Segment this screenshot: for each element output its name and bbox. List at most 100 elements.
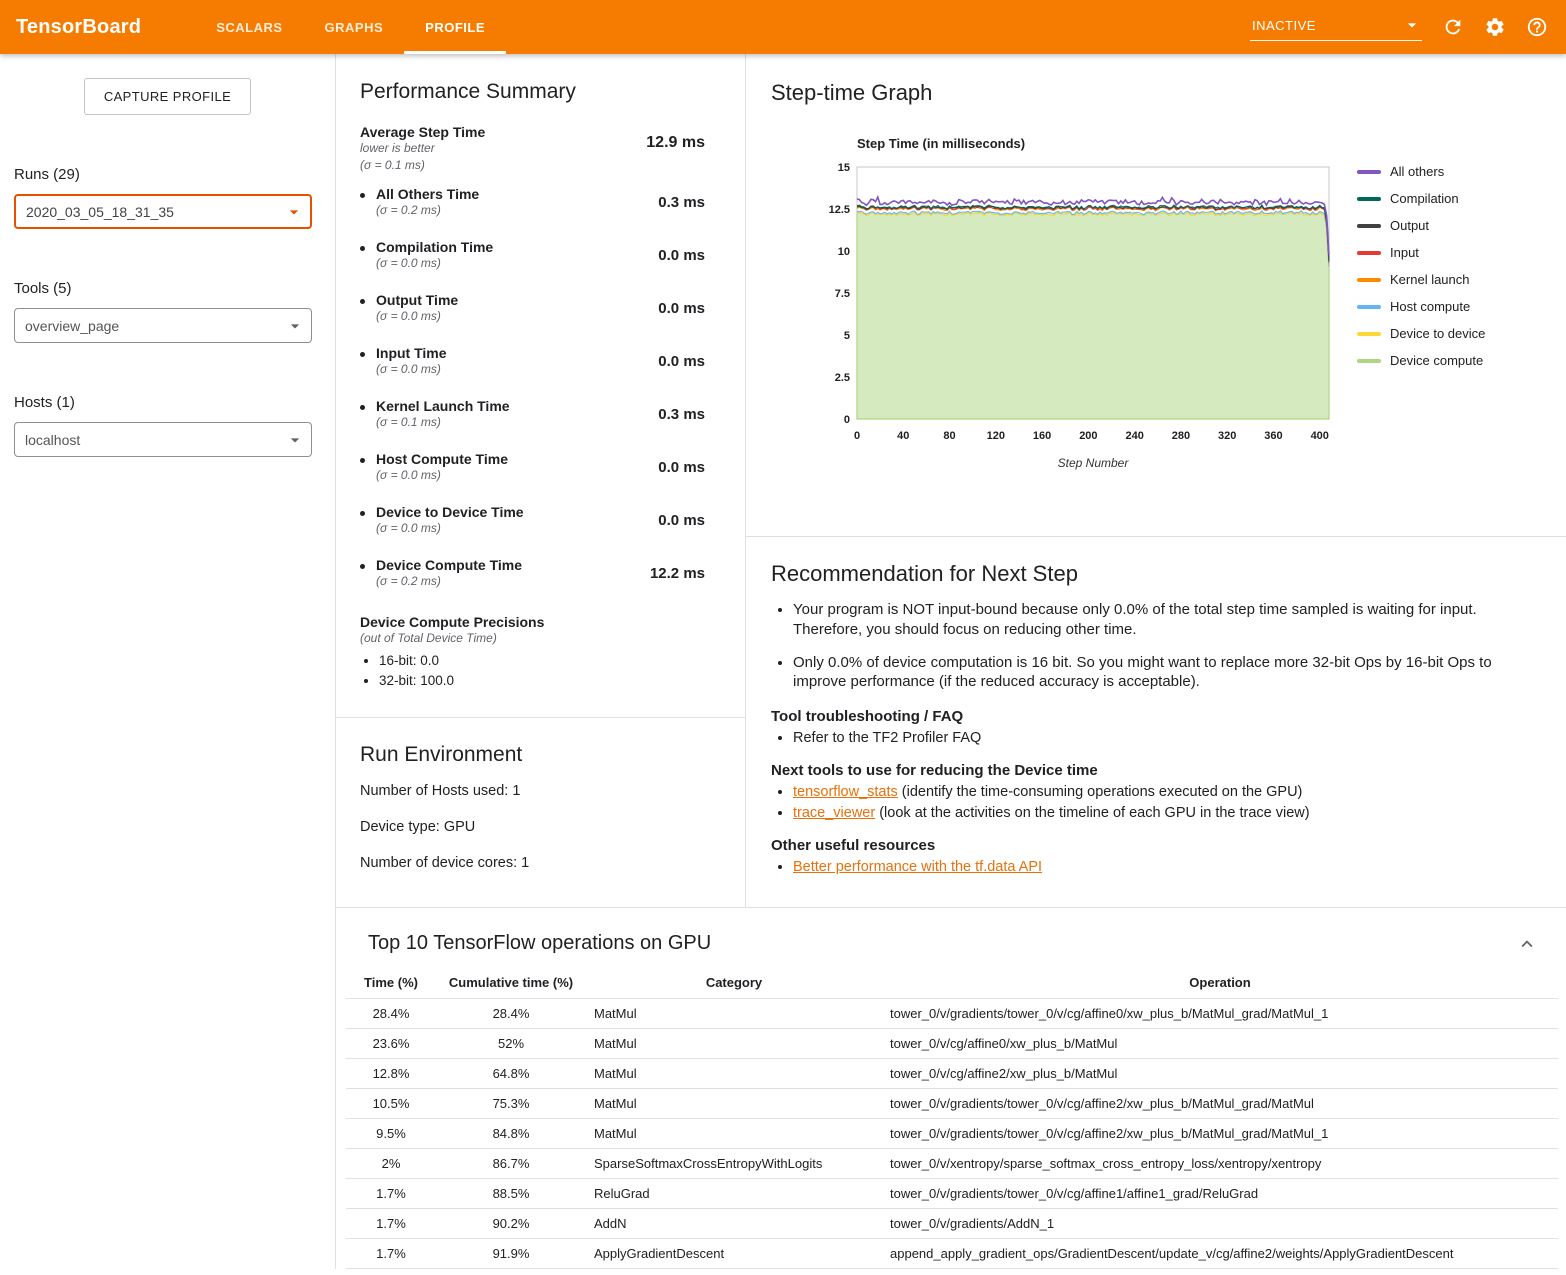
svg-text:280: 280: [1172, 430, 1190, 442]
table-cell: 23.6%: [346, 1029, 436, 1059]
other-resources-title: Other useful resources: [771, 837, 1536, 854]
runs-select[interactable]: 2020_03_05_18_31_35: [14, 194, 312, 229]
metric-label: Host Compute Time: [376, 451, 508, 467]
metric-sigma: (σ = 0.0 ms): [376, 467, 508, 484]
legend-item: Compilation: [1357, 191, 1485, 206]
bullet-icon: [360, 405, 365, 410]
svg-text:320: 320: [1218, 430, 1236, 442]
metric-sigma: (σ = 0.0 ms): [376, 308, 458, 325]
tab-profile[interactable]: PROFILE: [404, 0, 506, 54]
performance-summary-card: Performance Summary Average Step Time lo…: [336, 54, 745, 718]
table-cell: tower_0/v/gradients/AddN_1: [882, 1209, 1558, 1239]
table-cell: tower_0/v/gradients/tower_0/v/cg/affine2…: [882, 1089, 1558, 1119]
metric-label: Output Time: [376, 292, 458, 308]
column-header: Cumulative time (%): [436, 967, 586, 999]
next-tool-description: (look at the activities on the timeline …: [875, 805, 1309, 821]
column-header: Category: [586, 967, 882, 999]
table-cell: MatMul: [586, 1029, 882, 1059]
table-cell: tower_0/v/cg/affine2/xw_plus_b/MatMul: [882, 1059, 1558, 1089]
svg-text:0: 0: [844, 414, 850, 426]
collapse-icon[interactable]: [1516, 933, 1538, 955]
capture-profile-button[interactable]: CAPTURE PROFILE: [84, 78, 251, 115]
svg-text:15: 15: [838, 162, 850, 174]
sidebar: CAPTURE PROFILE Runs (29) 2020_03_05_18_…: [0, 54, 335, 1269]
legend-item: Device to device: [1357, 326, 1485, 341]
legend-swatch: [1357, 170, 1381, 174]
metric-value: 0.0 ms: [658, 247, 705, 292]
table-cell: SparseSoftmaxCrossEntropyWithLogits: [586, 1149, 882, 1179]
trace_viewer-link[interactable]: trace_viewer: [793, 805, 875, 821]
performance-summary-title: Performance Summary: [360, 54, 705, 104]
tensorflow_stats-link[interactable]: tensorflow_stats: [793, 784, 898, 800]
legend-item: Device compute: [1357, 353, 1485, 368]
table-cell: ReluGrad: [586, 1179, 882, 1209]
svg-text:Step Number: Step Number: [1058, 456, 1130, 470]
svg-text:10: 10: [838, 246, 850, 258]
data-status-dropdown[interactable]: INACTIVE: [1250, 13, 1422, 41]
legend-swatch: [1357, 359, 1381, 363]
metric-sigma: (σ = 0.2 ms): [376, 202, 479, 219]
metric-value: 0.3 ms: [658, 406, 705, 451]
faq-title: Tool troubleshooting / FAQ: [771, 708, 1536, 725]
table-cell: tower_0/v/gradients/tower_0/v/cg/affine2…: [882, 1119, 1558, 1149]
table-cell: 52%: [436, 1029, 586, 1059]
recommendation-title: Recommendation for Next Step: [771, 537, 1536, 587]
table-cell: 2%: [346, 1149, 436, 1179]
bullet-icon: [360, 564, 365, 569]
table-cell: 91.9%: [436, 1239, 586, 1269]
table-cell: MatMul: [586, 1059, 882, 1089]
average-step-time-row: Average Step Time lower is better (σ = 0…: [360, 124, 705, 174]
summary-item: Output Time(σ = 0.0 ms)0.0 ms: [360, 292, 705, 345]
legend-item: Host compute: [1357, 299, 1485, 314]
table-row: 1.7%90.2%AddNtower_0/v/gradients/AddN_1: [346, 1209, 1558, 1239]
legend-label: Host compute: [1390, 299, 1470, 314]
tab-scalars[interactable]: SCALARS: [195, 0, 303, 54]
environment-line: Device type: GPU: [360, 819, 721, 835]
table-row: 1.7%88.5%ReluGradtower_0/v/gradients/tow…: [346, 1179, 1558, 1209]
legend-label: Device compute: [1390, 353, 1483, 368]
refresh-icon[interactable]: [1442, 16, 1464, 38]
metric-sigma: (σ = 0.1 ms): [360, 157, 485, 174]
table-cell: 12.8%: [346, 1059, 436, 1089]
svg-text:40: 40: [897, 430, 909, 442]
bullet-icon: [360, 458, 365, 463]
column-header: Time (%): [346, 967, 436, 999]
settings-icon[interactable]: [1484, 16, 1506, 38]
metric-label: Kernel Launch Time: [376, 398, 510, 414]
legend-label: All others: [1390, 164, 1444, 179]
chart-title: Step Time (in milliseconds): [857, 136, 1343, 151]
next-tools-title: Next tools to use for reducing the Devic…: [771, 762, 1536, 779]
svg-text:0: 0: [854, 430, 860, 442]
table-row: 10.5%75.3%MatMultower_0/v/gradients/towe…: [346, 1089, 1558, 1119]
help-icon[interactable]: [1526, 16, 1548, 38]
table-cell: 90.2%: [436, 1209, 586, 1239]
bullet-icon: [360, 246, 365, 251]
summary-item: Input Time(σ = 0.0 ms)0.0 ms: [360, 345, 705, 398]
metric-label: Device to Device Time: [376, 504, 524, 520]
recommendation-item: Only 0.0% of device computation is 16 bi…: [793, 653, 1536, 693]
table-cell: tower_0/v/cg/affine0/xw_plus_b/MatMul: [882, 1029, 1558, 1059]
metric-label: Compilation Time: [376, 239, 493, 255]
metric-sigma: (σ = 0.2 ms): [376, 573, 522, 590]
summary-item: Host Compute Time(σ = 0.0 ms) 0.0 ms: [360, 451, 705, 504]
metric-label: All Others Time: [376, 186, 479, 202]
legend-label: Output: [1390, 218, 1429, 233]
svg-text:360: 360: [1264, 430, 1282, 442]
metric-value: 0.0 ms: [658, 512, 705, 557]
precision-item: 32-bit: 100.0: [379, 673, 705, 688]
table-cell: 28.4%: [346, 999, 436, 1029]
chevron-down-icon: [285, 316, 305, 336]
bullet-icon: [360, 511, 365, 516]
table-cell: MatMul: [586, 1089, 882, 1119]
legend-label: Input: [1390, 245, 1419, 260]
metric-note: lower is better: [360, 140, 485, 157]
table-cell: 64.8%: [436, 1059, 586, 1089]
metric-value: 0.0 ms: [658, 459, 705, 504]
chart-legend: All others Compilation Output Input Kernel l…: [1357, 164, 1485, 484]
tfdata-api-link[interactable]: Better performance with the tf.data API: [793, 859, 1042, 875]
hosts-select[interactable]: localhost: [14, 422, 312, 457]
tools-select[interactable]: overview_page: [14, 308, 312, 343]
tab-graphs[interactable]: GRAPHS: [304, 0, 405, 54]
legend-item: Kernel launch: [1357, 272, 1485, 287]
table-cell: 88.5%: [436, 1179, 586, 1209]
